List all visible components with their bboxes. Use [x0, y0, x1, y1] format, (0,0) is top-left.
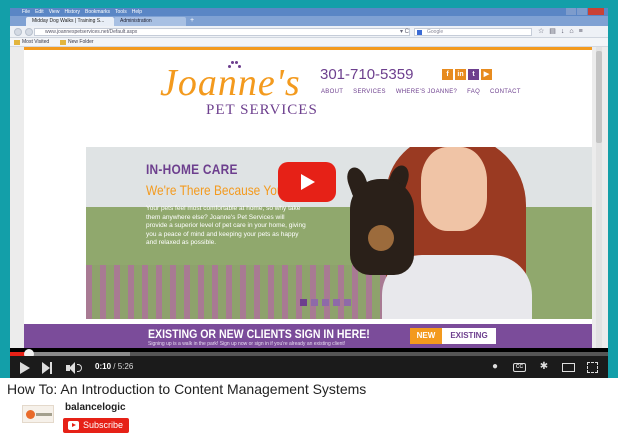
google-icon — [417, 30, 422, 35]
search-bar[interactable]: Google — [414, 28, 532, 36]
youtube-icon[interactable]: ▶ — [481, 69, 492, 80]
sign-in-banner: EXISTING OR NEW CLIENTS SIGN IN HERE! Si… — [24, 324, 592, 348]
tab-midday-dog-walks[interactable]: Midday Dog Walks | Training S... — [26, 17, 114, 26]
nav-faq[interactable]: FAQ — [467, 89, 480, 95]
logo-subtitle: PET SERVICES — [206, 102, 318, 118]
minimize-button[interactable] — [566, 8, 576, 15]
bookmark-new-folder[interactable]: New Folder — [60, 38, 94, 47]
watch-later-icon[interactable]: ● — [489, 361, 501, 373]
hero-subtitle: We're There Because You C — [146, 182, 296, 198]
video-player[interactable]: File Edit View History Bookmarks Tools H… — [10, 8, 608, 378]
close-window-button[interactable] — [588, 8, 604, 15]
duration: 5:26 — [117, 362, 134, 371]
youtube-logo-icon — [68, 421, 79, 430]
facebook-icon[interactable]: f — [442, 69, 453, 80]
bookmark-most-visited[interactable]: Most Visited — [14, 38, 49, 47]
nav-arrows — [14, 28, 33, 36]
current-time: 0:10 — [95, 362, 112, 371]
back-icon[interactable] — [14, 28, 22, 36]
reading-list-icon[interactable]: ▤ — [549, 28, 556, 36]
top-accent-line — [24, 47, 592, 50]
bookmark-star-icon[interactable]: ☆ — [538, 28, 544, 36]
tab-administration[interactable]: Administration — [114, 17, 186, 26]
subscribe-label: Subscribe — [83, 420, 124, 430]
settings-gear-icon[interactable]: ✱ — [538, 361, 550, 373]
backdrop — [0, 0, 618, 8]
bookmarks-bar: Most Visited New Folder — [10, 38, 608, 47]
search-placeholder: Google — [427, 29, 444, 35]
social-icons: f in t ▶ — [442, 69, 492, 80]
theater-mode-icon[interactable] — [562, 362, 575, 372]
volume-icon[interactable] — [66, 362, 84, 374]
slide-dot[interactable] — [311, 299, 318, 306]
reload-icon[interactable]: ▾ C — [400, 28, 409, 36]
backdrop-right — [608, 0, 618, 378]
bookmark-label: New Folder — [68, 39, 94, 45]
slide-indicators — [300, 299, 351, 306]
backdrop-left — [0, 0, 10, 378]
captions-icon[interactable]: CC — [513, 362, 526, 372]
maximize-button[interactable] — [577, 8, 587, 15]
menu-bookmarks[interactable]: Bookmarks — [85, 8, 110, 16]
menu-history[interactable]: History — [64, 8, 80, 16]
slide-dot[interactable] — [322, 299, 329, 306]
menu-tools[interactable]: Tools — [115, 8, 127, 16]
time-display: 0:10 / 5:26 — [95, 362, 133, 371]
slide-dot[interactable] — [344, 299, 351, 306]
hero-body: Your pets feel most comfortable at home,… — [146, 205, 306, 246]
flowers — [86, 265, 386, 319]
phone-number: 301-710-5359 — [320, 66, 414, 83]
existing-client-button[interactable]: EXISTING — [442, 328, 496, 344]
page: File Edit View History Bookmarks Tools H… — [0, 0, 618, 433]
browser-titlebar: File Edit View History Bookmarks Tools H… — [10, 8, 608, 16]
new-client-button[interactable]: NEW — [410, 328, 442, 344]
menu-edit[interactable]: Edit — [35, 8, 44, 16]
folder-icon — [14, 40, 20, 45]
forward-icon[interactable] — [25, 28, 33, 36]
nav-contact[interactable]: CONTACT — [490, 89, 521, 95]
new-tab-icon[interactable]: + — [190, 17, 194, 25]
play-icon[interactable] — [20, 362, 30, 374]
channel-avatar[interactable] — [22, 405, 54, 423]
next-icon[interactable] — [42, 362, 54, 374]
play-overlay-button[interactable] — [278, 162, 336, 202]
video-title: How To: An Introduction to Content Manag… — [7, 381, 367, 397]
subscribe-button[interactable]: Subscribe — [63, 418, 129, 433]
paw-icon — [228, 61, 241, 71]
window-controls — [565, 8, 604, 15]
slide-dot[interactable] — [333, 299, 340, 306]
home-icon[interactable]: ⌂ — [569, 28, 573, 36]
browser-navbar: www.joannespetservices.net/Default.aspx … — [10, 26, 608, 38]
banner-subtitle: Signing up is a walk in the park! Sign u… — [148, 341, 346, 347]
channel-name[interactable]: balancelogic — [65, 402, 126, 413]
menu-file[interactable]: File — [22, 8, 30, 16]
browser-menu: File Edit View History Bookmarks Tools H… — [22, 8, 142, 16]
browser-toolbar-icons: ☆ ▤ ↓ ⌂ ≡ — [538, 28, 583, 36]
menu-icon[interactable]: ≡ — [579, 28, 583, 36]
url-bar[interactable]: www.joannespetservices.net/Default.aspx — [34, 28, 410, 36]
scrollbar-thumb[interactable] — [596, 51, 602, 143]
banner-title: EXISTING OR NEW CLIENTS SIGN IN HERE! — [148, 327, 370, 341]
nav-wheres-joanne[interactable]: WHERE'S JOANNE? — [396, 89, 457, 95]
player-controls: 0:10 / 5:26 ● CC ✱ — [10, 356, 608, 378]
player-right-controls: ● CC ✱ — [489, 361, 598, 373]
twitter-icon[interactable]: t — [468, 69, 479, 80]
fullscreen-icon[interactable] — [587, 361, 598, 373]
menu-view[interactable]: View — [49, 8, 60, 16]
folder-icon — [60, 40, 66, 45]
slide-dot[interactable] — [300, 299, 307, 306]
hero-title: IN-HOME CARE — [146, 161, 238, 177]
bookmark-label: Most Visited — [22, 39, 50, 45]
play-icon — [301, 174, 315, 190]
nav-services[interactable]: SERVICES — [353, 89, 386, 95]
site-navigation: ABOUT SERVICES WHERE'S JOANNE? FAQ CONTA… — [321, 89, 521, 95]
download-icon[interactable]: ↓ — [561, 28, 565, 36]
nav-about[interactable]: ABOUT — [321, 89, 343, 95]
linkedin-icon[interactable]: in — [455, 69, 466, 80]
menu-help[interactable]: Help — [132, 8, 142, 16]
